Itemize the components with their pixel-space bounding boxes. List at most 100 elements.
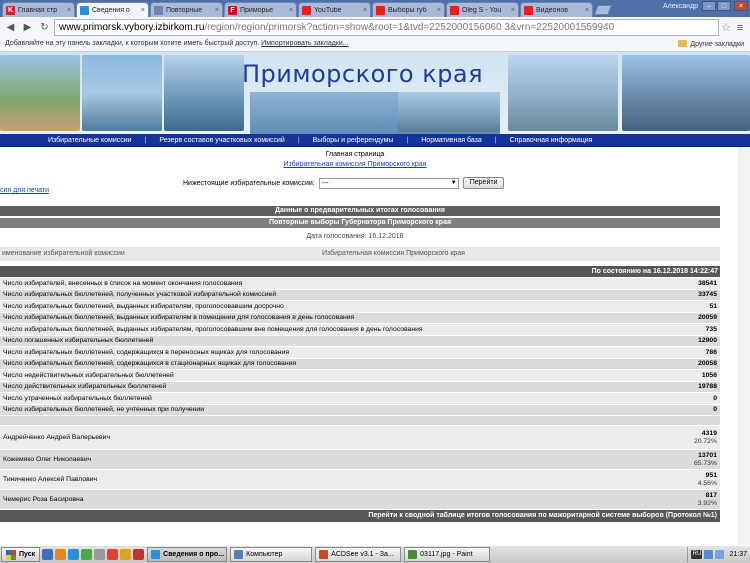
system-tray: RU 21:37 bbox=[687, 547, 750, 562]
menu-item[interactable]: Резерв составов участковых комиссий bbox=[159, 137, 284, 144]
candidate-name: Тиниченко Алексей Павлович bbox=[3, 476, 98, 483]
table-row: Число избирательных бюллетеней, не учтен… bbox=[0, 404, 720, 416]
ie-icon[interactable] bbox=[68, 549, 80, 560]
media-icon[interactable] bbox=[133, 549, 145, 560]
menu-item[interactable]: Нормативная база bbox=[421, 137, 482, 144]
tab-close-icon[interactable]: × bbox=[511, 7, 515, 14]
bookmark-star-icon[interactable]: ☆ bbox=[719, 21, 733, 34]
tab-label: Повторные bbox=[166, 6, 203, 14]
candidate-votes: 951 bbox=[705, 471, 717, 479]
desktop-icon[interactable] bbox=[42, 549, 54, 560]
other-bookmarks-label: Другие закладки bbox=[690, 41, 744, 48]
print-version-link[interactable]: сия для печати bbox=[0, 187, 49, 194]
browser-tab[interactable]: YouTube × bbox=[298, 2, 371, 17]
menu-item[interactable]: Справочная информация bbox=[510, 137, 593, 144]
row-value: 1056 bbox=[701, 371, 717, 379]
new-tab-button[interactable] bbox=[594, 5, 612, 15]
browser-tab[interactable]: Oleg S - You × bbox=[446, 2, 519, 17]
row-value: 735 bbox=[705, 325, 717, 333]
close-icon[interactable]: × bbox=[734, 1, 748, 11]
main-content: Главная страница Избирательная комиссия … bbox=[0, 147, 750, 545]
volume-icon[interactable] bbox=[715, 550, 725, 559]
tab-label: Приморье bbox=[240, 6, 273, 14]
home-link[interactable]: Главная страница bbox=[0, 151, 710, 158]
summary-table-link[interactable]: Перейти к сводной таблице итогов голосов… bbox=[0, 510, 720, 522]
candidate-result: 13701 65.73% bbox=[657, 452, 717, 468]
import-bookmarks-link[interactable]: Импортировать закладки... bbox=[261, 40, 348, 47]
banner-photo-lighthouse bbox=[164, 55, 244, 131]
browser-tab-strip: K Главная стр × Сведения о × Повторные × F Примо… bbox=[0, 0, 750, 17]
firefox-icon[interactable] bbox=[55, 549, 67, 560]
browser-tab[interactable]: Видеонов × bbox=[520, 2, 593, 17]
go-button[interactable]: Перейти bbox=[462, 177, 505, 189]
taskbar-window-button[interactable]: Сведения о про... bbox=[147, 547, 228, 562]
tab-label: YouTube bbox=[314, 6, 342, 14]
maximize-icon[interactable]: □ bbox=[717, 1, 731, 11]
browser-tab[interactable]: Сведения о × bbox=[76, 2, 149, 17]
top-menu: Избирательные комиссии | Резерв составов у… bbox=[0, 134, 750, 147]
tab-close-icon[interactable]: × bbox=[67, 7, 71, 14]
row-value: 0 bbox=[713, 406, 717, 414]
candidate-name: Андрейченко Андрей Валерьевич bbox=[3, 434, 111, 441]
taskbar-window-label: Сведения о про... bbox=[163, 551, 225, 558]
menu-separator: | bbox=[297, 136, 300, 144]
menu-icon[interactable]: ≡ bbox=[733, 22, 747, 34]
menu-item[interactable]: Избирательные комиссии bbox=[48, 137, 132, 144]
taskbar-window-button[interactable]: Компьютер bbox=[230, 547, 313, 562]
minimize-icon[interactable]: – bbox=[702, 1, 716, 11]
forward-icon[interactable]: ▶ bbox=[20, 20, 35, 35]
tab-close-icon[interactable]: × bbox=[215, 7, 219, 14]
chrome-quick-icon[interactable] bbox=[81, 549, 93, 560]
back-icon[interactable]: ◀ bbox=[3, 20, 18, 35]
browser-tab[interactable]: K Главная стр × bbox=[2, 2, 75, 17]
menu-item[interactable]: Выборы и референдумы bbox=[313, 137, 394, 144]
profile-name[interactable]: Александр bbox=[663, 3, 698, 10]
youtube-icon bbox=[376, 5, 385, 15]
election-title: Повторные выборы Губернатора Приморского… bbox=[0, 218, 720, 228]
app-icon[interactable] bbox=[120, 549, 132, 560]
banner-title: Приморского края bbox=[242, 60, 484, 88]
candidate-votes: 13701 bbox=[698, 451, 717, 459]
address-bar[interactable]: www.primorsk.vybory.izbirkom.ru/region/r… bbox=[54, 19, 719, 36]
browser-tab[interactable]: Повторные × bbox=[150, 2, 223, 17]
commission-link[interactable]: Избирательная комиссия Приморского края bbox=[284, 161, 427, 168]
tab-close-icon[interactable]: × bbox=[585, 7, 589, 14]
taskbar-window-button[interactable]: ACDSee v3.1 - За... bbox=[315, 547, 402, 562]
clock[interactable]: 21:37 bbox=[729, 551, 747, 558]
youtube-icon bbox=[302, 5, 311, 15]
opera-icon[interactable] bbox=[107, 549, 119, 560]
network-icon[interactable] bbox=[704, 550, 714, 559]
reload-icon[interactable]: ↻ bbox=[37, 20, 52, 35]
commission-select[interactable]: --- ▼ bbox=[318, 177, 459, 189]
candidate-name: Чемерис Роза Басировна bbox=[3, 496, 84, 503]
commission-name: Избирательная комиссия Приморского края bbox=[322, 250, 465, 257]
tab-close-icon[interactable]: × bbox=[289, 7, 293, 14]
other-bookmarks[interactable]: Другие закладки bbox=[678, 40, 744, 48]
youtube-icon bbox=[524, 5, 533, 15]
browser-toolbar: ◀ ▶ ↻ www.primorsk.vybory.izbirkom.ru/re… bbox=[0, 17, 750, 38]
banner-photo-bridge bbox=[398, 92, 500, 132]
browser-tab[interactable]: Выборы губ × bbox=[372, 2, 445, 17]
candidate-percent: 4.56% bbox=[697, 479, 717, 487]
site-banner: Приморского края bbox=[0, 52, 750, 134]
menu-separator: | bbox=[494, 136, 497, 144]
explorer-icon[interactable] bbox=[94, 549, 106, 560]
table-row: Число утраченных избирательных бюллетене… bbox=[0, 393, 720, 405]
start-label: Пуск bbox=[19, 551, 36, 558]
start-button[interactable]: Пуск bbox=[1, 547, 41, 562]
row-value: 38541 bbox=[698, 279, 717, 287]
voting-date: Дата голосования: 16.12.2018 bbox=[306, 233, 404, 240]
row-value: 20059 bbox=[698, 314, 717, 322]
candidate-votes: 817 bbox=[705, 491, 717, 499]
row-label: Число избирательных бюллетеней, не учтен… bbox=[3, 406, 204, 414]
tab-close-icon[interactable]: × bbox=[363, 7, 367, 14]
tab-close-icon[interactable]: × bbox=[141, 7, 145, 14]
browser-tab[interactable]: F Приморье × bbox=[224, 2, 297, 17]
candidate-percent: 20.72% bbox=[693, 437, 717, 445]
row-label: Число избирателей, внесенных в список на… bbox=[3, 279, 243, 287]
language-indicator[interactable]: RU bbox=[691, 550, 703, 559]
taskbar-window-button[interactable]: 03117.jpg - Paint bbox=[404, 547, 491, 562]
filter-row: Нижестоящие избирательные комиссии: --- ▼… bbox=[183, 177, 505, 189]
tab-close-icon[interactable]: × bbox=[437, 7, 441, 14]
table-spacer bbox=[0, 416, 720, 426]
